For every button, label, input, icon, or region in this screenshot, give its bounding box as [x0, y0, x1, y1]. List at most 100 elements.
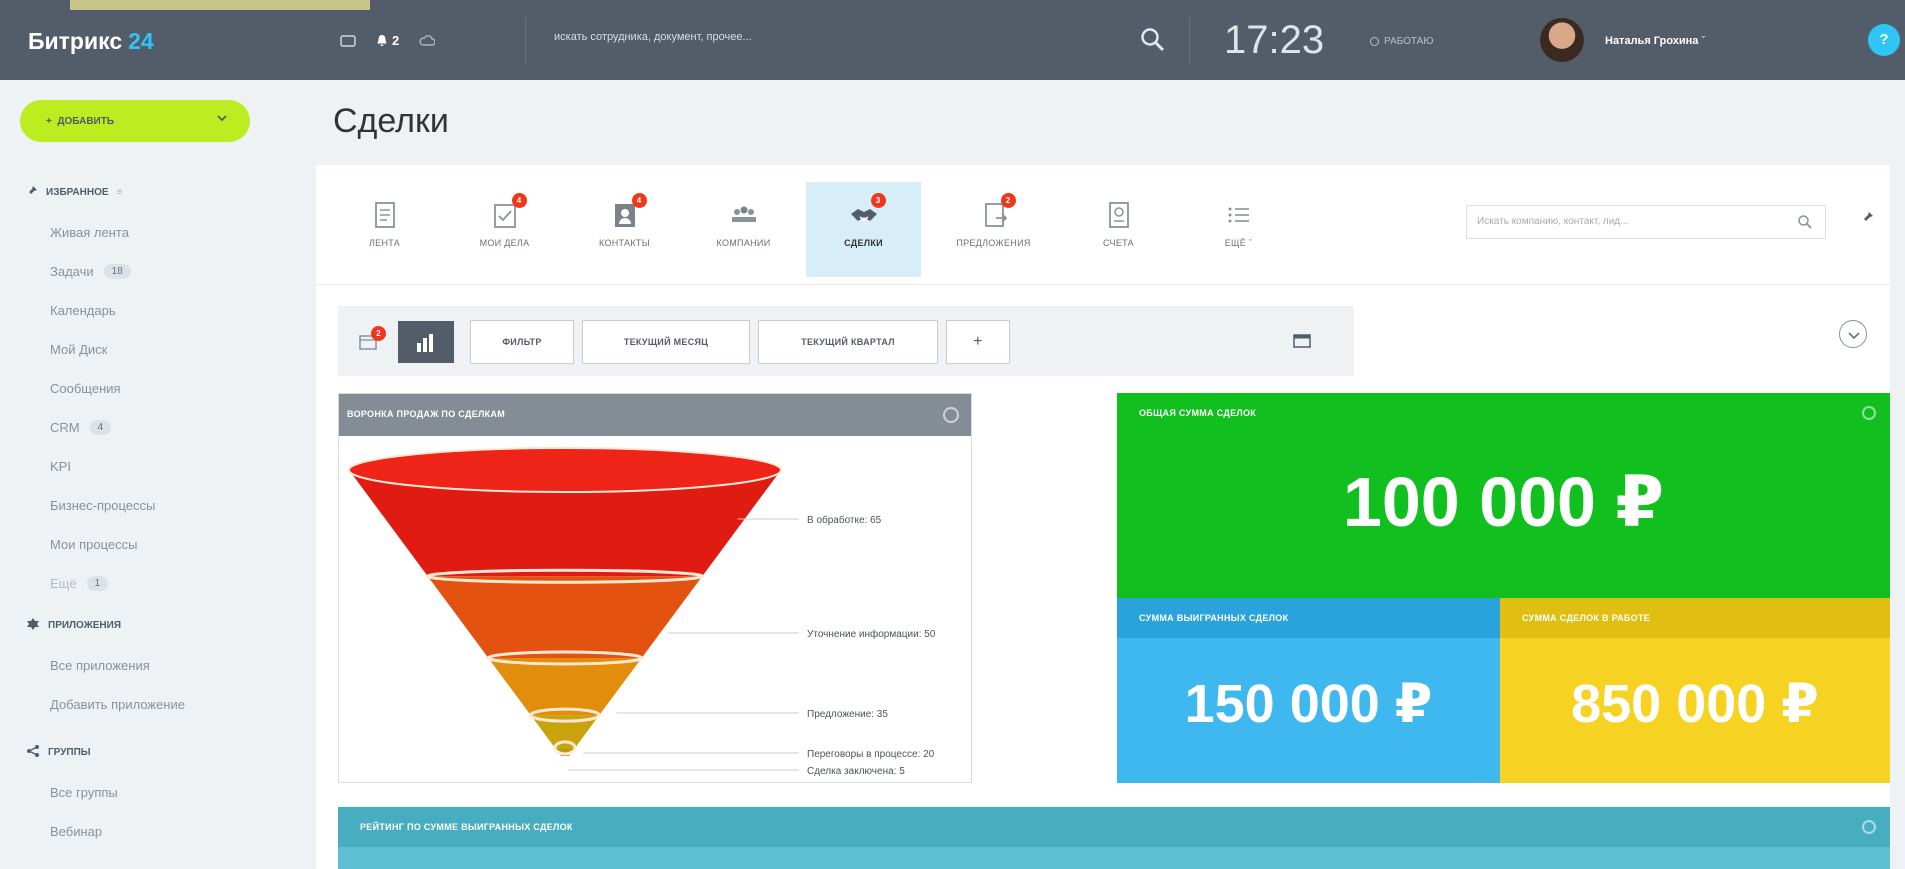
contacts-icon: 4 — [609, 193, 647, 230]
tab-my-tasks[interactable]: 4 МОИ ДЕЛА — [447, 182, 562, 277]
funnel-chart: В обработке: 65 Уточнение информации: 50 П… — [348, 447, 936, 777]
sidebar-item-my-processes[interactable]: Мои процессы — [50, 537, 137, 552]
crm-search-input[interactable] — [1477, 216, 1787, 227]
plus-icon: + — [46, 115, 52, 127]
tab-companies[interactable]: КОМПАНИИ — [686, 182, 801, 277]
more-count-badge: 1 — [86, 576, 109, 591]
top-header: Битрикс24 2 17:23 РАБОТАЮ Наталья Грохин… — [0, 0, 1905, 80]
sidebar-item-calendar[interactable]: Календарь — [50, 303, 116, 318]
deals-badge: 3 — [870, 193, 886, 208]
sidebar-item-disk[interactable]: Мой Диск — [50, 342, 107, 357]
crm-card: ЛЕНТА 4 МОИ ДЕЛА 4 КОНТАКТЫ КОМПАНИИ 3 С… — [316, 165, 1890, 869]
grid-view-icon[interactable]: 2 — [358, 326, 386, 352]
crm-tabs: ЛЕНТА 4 МОИ ДЕЛА 4 КОНТАКТЫ КОМПАНИИ 3 С… — [316, 165, 1890, 285]
favorites-section-title[interactable]: ИЗБРАННОЕ ≡ — [26, 185, 122, 200]
tab-contacts[interactable]: 4 КОНТАКТЫ — [567, 182, 682, 277]
search-icon[interactable] — [1139, 26, 1167, 59]
sidebar-item-messages[interactable]: Сообщения — [50, 381, 121, 396]
sidebar-item-add-app[interactable]: Добавить приложение — [50, 697, 185, 712]
funnel-stage-rim-1 — [348, 447, 782, 493]
notifications-icon[interactable]: 2 — [376, 33, 399, 48]
invoices-icon — [1103, 200, 1135, 230]
funnel-stage-2 — [427, 576, 703, 658]
won-deals-title: СУММА ВЫИГРАННЫХ СДЕЛОК — [1139, 613, 1289, 623]
in-progress-deals-tile: СУММА СДЕЛОК В РАБОТЕ 850 000 ₽ — [1500, 598, 1890, 783]
work-status[interactable]: РАБОТАЮ — [1370, 36, 1433, 47]
tab-deals[interactable]: 3 СДЕЛКИ — [806, 182, 921, 277]
cloud-icon[interactable] — [419, 33, 436, 48]
feed-icon — [369, 200, 401, 230]
funnel-stage-label-1: В обработке: 65 — [807, 514, 882, 526]
funnel-title: ВОРОНКА ПРОДАЖ ПО СДЕЛКАМ — [347, 409, 506, 419]
funnel-stage-label-4: Переговоры в процессе: 20 — [807, 749, 935, 760]
filter-button[interactable]: ФИЛЬТР — [470, 320, 574, 364]
search-icon[interactable] — [1797, 214, 1813, 235]
pin-icon[interactable] — [1859, 210, 1875, 231]
funnel-stage-label-5: Сделка заключена: 5 — [807, 766, 905, 777]
chat-icon[interactable] — [340, 33, 356, 48]
total-deals-tile: ОБЩАЯ СУММА СДЕЛОК 100 000 ₽ — [1117, 393, 1890, 598]
sidebar-item-all-groups[interactable]: Все группы — [50, 785, 118, 800]
my-tasks-icon: 4 — [489, 193, 527, 230]
header-deco-strip — [70, 0, 370, 10]
page-title: Сделки — [333, 102, 449, 140]
record-icon — [1370, 37, 1379, 46]
crm-search[interactable] — [1466, 205, 1826, 239]
apps-section-title[interactable]: ПРИЛОЖЕНИЯ — [26, 618, 121, 633]
add-filter-button[interactable]: + — [946, 320, 1010, 364]
tab-feed[interactable]: ЛЕНТА — [327, 182, 442, 277]
sidebar-item-feed[interactable]: Живая лента — [50, 225, 129, 240]
in-progress-deals-value: 850 000 ₽ — [1571, 674, 1819, 734]
gear-icon[interactable] — [1862, 406, 1876, 420]
filter-bar: 2 ФИЛЬТР ТЕКУЩИЙ МЕСЯЦ ТЕКУЩИЙ КВАРТАЛ + — [338, 306, 1354, 376]
won-deals-value: 150 000 ₽ — [1184, 674, 1433, 734]
current-month-button[interactable]: ТЕКУЩИЙ МЕСЯЦ — [582, 320, 750, 364]
global-search[interactable] — [525, 18, 1190, 64]
menu-icon[interactable]: ≡ — [117, 187, 123, 198]
collapse-icon[interactable] — [1839, 320, 1867, 348]
tab-invoices[interactable]: СЧЕТА — [1061, 182, 1176, 277]
won-deals-tile: СУММА ВЫИГРАННЫХ СДЕЛОК 150 000 ₽ — [1117, 598, 1500, 783]
tab-offers[interactable]: 2 ПРЕДЛОЖЕНИЯ — [936, 182, 1051, 277]
share-icon — [26, 745, 40, 760]
sidebar-item-tasks[interactable]: Задачи 18 — [50, 264, 131, 279]
sidebar-item-more[interactable]: Ещё 1 — [50, 576, 109, 591]
global-search-input[interactable] — [554, 31, 1114, 43]
sidebar-item-all-apps[interactable]: Все приложения — [50, 658, 150, 673]
companies-icon — [728, 200, 760, 230]
calendar-icon[interactable] — [1293, 334, 1311, 353]
sidebar-item-kpi[interactable]: KPI — [50, 459, 71, 474]
funnel-header: ВОРОНКА ПРОДАЖ ПО СДЕЛКАМ — [339, 394, 971, 436]
offers-badge: 2 — [1000, 193, 1016, 208]
pin-icon — [26, 185, 38, 200]
user-menu[interactable]: Наталья Грохина ˇ — [1605, 35, 1705, 47]
contacts-badge: 4 — [631, 193, 647, 208]
chart-view-button[interactable] — [398, 321, 454, 363]
chevron-down-icon: ˇ — [1248, 238, 1253, 248]
tab-more[interactable]: ЕЩЁ ˇ — [1181, 182, 1296, 277]
notifications-count: 2 — [392, 33, 400, 48]
offers-icon: 2 — [978, 193, 1016, 230]
rating-title: РЕЙТИНГ ПО СУММЕ ВЫИГРАННЫХ СДЕЛОК — [360, 822, 573, 832]
deals-icon: 3 — [848, 193, 886, 230]
help-button[interactable]: ? — [1868, 24, 1900, 56]
rating-panel: РЕЙТИНГ ПО СУММЕ ВЫИГРАННЫХ СДЕЛОК — [338, 807, 1890, 869]
total-deals-title: ОБЩАЯ СУММА СДЕЛОК — [1139, 408, 1257, 418]
gear-icon[interactable] — [1862, 820, 1876, 834]
gear-icon[interactable] — [943, 407, 959, 423]
add-button[interactable]: + ДОБАВИТЬ — [20, 100, 250, 142]
sidebar-item-webinar[interactable]: Вебинар — [50, 824, 102, 839]
sidebar: + ДОБАВИТЬ ИЗБРАННОЕ ≡ Живая лента Задач… — [0, 80, 300, 869]
groups-section-title[interactable]: ГРУППЫ — [26, 745, 91, 760]
my-tasks-badge: 4 — [511, 193, 527, 208]
funnel-stage-3 — [488, 657, 642, 716]
logo[interactable]: Битрикс 24 — [28, 28, 154, 55]
current-quarter-button[interactable]: ТЕКУЩИЙ КВАРТАЛ — [758, 320, 938, 364]
clock[interactable]: 17:23 — [1224, 18, 1324, 63]
funnel-stage-label-3: Предложение: 35 — [807, 709, 888, 720]
chevron-down-icon: ˇ — [1701, 35, 1706, 47]
avatar[interactable] — [1540, 18, 1584, 62]
apps-icon — [26, 618, 40, 633]
sidebar-item-business-processes[interactable]: Бизнес-процессы — [50, 498, 155, 513]
sidebar-item-crm[interactable]: CRM 4 — [50, 420, 112, 435]
